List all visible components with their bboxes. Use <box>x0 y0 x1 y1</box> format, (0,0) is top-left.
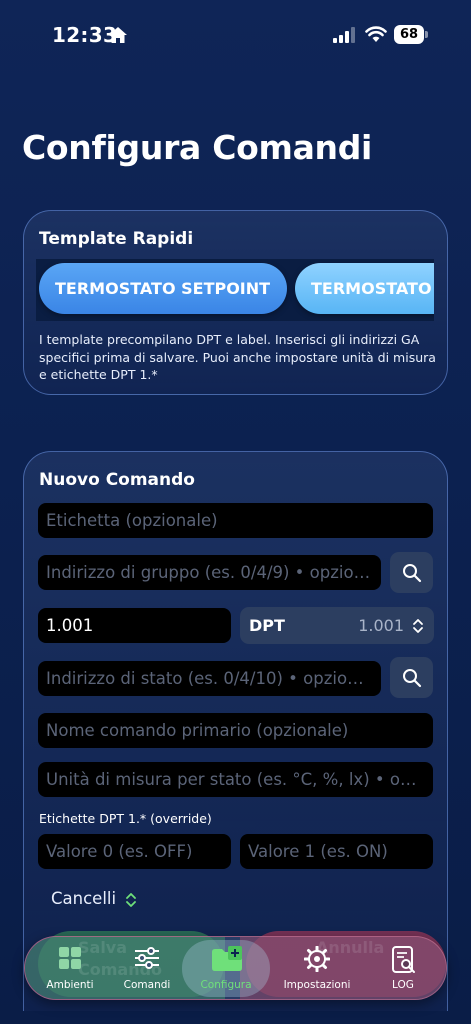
label-input[interactable]: Etichetta (opzionale) <box>38 503 433 538</box>
cellular-signal-icon <box>333 27 355 43</box>
template-thermostat-button[interactable]: TERMOSTATO <box>295 263 434 314</box>
gear-icon <box>304 946 330 972</box>
tab-label: LOG <box>392 979 414 991</box>
tab-label: Ambienti <box>46 979 94 991</box>
new-command-title: Nuovo Comando <box>39 470 195 490</box>
chevron-updown-icon <box>413 619 423 633</box>
home-icon <box>109 27 127 43</box>
folder-plus-icon <box>212 946 242 971</box>
document-search-icon <box>392 946 415 973</box>
tab-log[interactable]: LOG <box>373 937 433 999</box>
battery-level: 68 <box>394 25 424 44</box>
value0-label-input[interactable]: Valore 0 (es. OFF) <box>38 834 231 869</box>
status-address-search-button[interactable] <box>390 657 433 698</box>
status-bar: 12:33 68 <box>0 0 471 70</box>
category-picker-value: Cancelli <box>51 889 117 908</box>
dpt-select-label: DPT <box>249 616 285 635</box>
dpt-input[interactable]: 1.001 <box>38 608 231 643</box>
template-thermostat-setpoint-button[interactable]: TERMOSTATO SETPOINT <box>39 263 287 314</box>
unit-input[interactable]: Unità di misura per stato (es. °C, %, lx… <box>38 762 433 797</box>
tab-ambienti[interactable]: Ambienti <box>35 937 105 999</box>
tab-label: Impostazioni <box>283 979 351 991</box>
tab-label: Configura <box>200 979 252 991</box>
chevron-updown-icon <box>126 892 137 907</box>
primary-command-name-input[interactable]: Nome comando primario (opzionale) <box>38 713 433 748</box>
sliders-icon <box>135 947 159 969</box>
category-picker[interactable]: Cancelli <box>51 889 137 908</box>
page-title: Configura Comandi <box>22 128 373 167</box>
tab-bar: Ambienti Comandi Configura Impostazioni … <box>24 936 447 1000</box>
group-address-input[interactable]: Indirizzo di gruppo (es. 0/4/9) • opzion… <box>38 555 381 590</box>
tab-configura[interactable]: Configura <box>190 937 262 999</box>
templates-hint: I template precompilano DPT e label. Ins… <box>39 332 436 382</box>
tab-impostazioni[interactable]: Impostazioni <box>277 937 357 999</box>
dpt-labels-section-title: Etichette DPT 1.* (override) <box>39 811 212 826</box>
grid-icon <box>59 947 81 969</box>
dpt-select[interactable]: DPT 1.001 <box>240 607 434 644</box>
templates-scroller[interactable]: TERMOSTATO SETPOINT TERMOSTATO <box>36 259 434 321</box>
value1-label-input[interactable]: Valore 1 (es. ON) <box>240 834 433 869</box>
templates-card: Template Rapidi TERMOSTATO SETPOINT TERM… <box>23 210 448 395</box>
new-command-card: Salva Comando Annulla Nuovo Comando Etic… <box>23 451 448 1011</box>
search-icon <box>403 669 422 688</box>
search-icon <box>403 564 422 583</box>
group-address-search-button[interactable] <box>390 552 433 593</box>
status-address-input[interactable]: Indirizzo di stato (es. 0/4/10) • opzion… <box>38 661 381 696</box>
battery-indicator: 68 <box>394 25 428 44</box>
wifi-icon <box>365 26 387 42</box>
dpt-select-value: 1.001 <box>358 616 404 635</box>
tab-label: Comandi <box>123 979 171 991</box>
templates-title: Template Rapidi <box>39 229 194 249</box>
tab-comandi[interactable]: Comandi <box>113 937 181 999</box>
